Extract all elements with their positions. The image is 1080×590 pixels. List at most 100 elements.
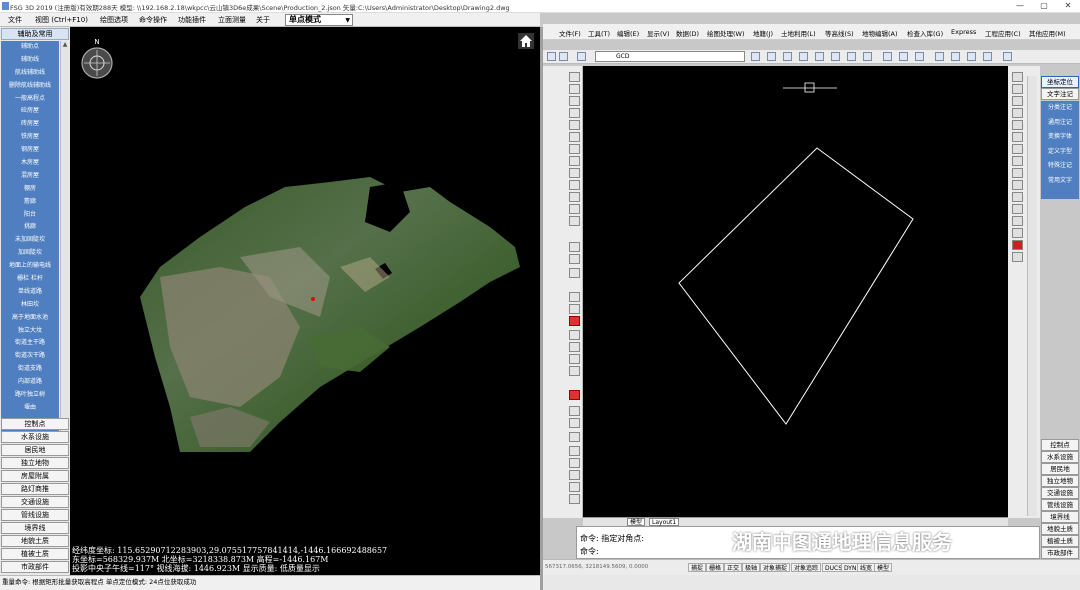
- menu-about[interactable]: 关于: [256, 15, 270, 25]
- measure-tool-icon[interactable]: [569, 304, 580, 314]
- cad-menu-item[interactable]: 工程应用(C): [985, 28, 1021, 38]
- cad-menu-item[interactable]: 地籍(J): [753, 28, 773, 38]
- tool-icon[interactable]: [569, 482, 580, 492]
- rectangle-tool-icon[interactable]: [569, 120, 580, 130]
- polyline-tool-icon[interactable]: [569, 84, 580, 94]
- group-button[interactable]: 居民地: [1041, 463, 1079, 475]
- delete-icon[interactable]: [1012, 240, 1023, 250]
- list-item[interactable]: 一般高程点: [1, 93, 59, 106]
- zoom-window-icon[interactable]: [831, 52, 840, 61]
- group-button[interactable]: 市政部件: [1041, 547, 1079, 559]
- group-button[interactable]: 水系设施: [1, 431, 69, 443]
- list-item[interactable]: 加固陡坎: [1, 247, 59, 260]
- tool-icon[interactable]: [569, 446, 580, 456]
- list-item[interactable]: 棚房: [1, 183, 59, 196]
- group-button[interactable]: 市政部件: [1, 561, 69, 573]
- tool-icon[interactable]: [569, 366, 580, 376]
- tool-icon[interactable]: [569, 458, 580, 468]
- tool-icon[interactable]: [569, 494, 580, 504]
- copy-icon[interactable]: [951, 52, 960, 61]
- tool-icon[interactable]: [569, 418, 580, 428]
- menu-command[interactable]: 命令操作: [139, 15, 167, 25]
- group-button[interactable]: 控制点: [1, 418, 69, 430]
- status-ortho[interactable]: 正交: [724, 563, 743, 572]
- tool-icon[interactable]: [569, 354, 580, 364]
- group-button[interactable]: 控制点: [1041, 439, 1079, 451]
- polygon-tool-icon[interactable]: [569, 108, 580, 118]
- arc-tool-icon[interactable]: [569, 96, 580, 106]
- group-button[interactable]: 独立地物: [1041, 475, 1079, 487]
- array-icon[interactable]: [1012, 120, 1023, 130]
- maximize-button[interactable]: ▢: [1032, 0, 1056, 12]
- locate-coordinate-button[interactable]: 坐标定位: [1041, 76, 1079, 88]
- home-icon[interactable]: [518, 33, 534, 49]
- line-tool-icon[interactable]: [569, 72, 580, 82]
- list-item[interactable]: 林田坎: [1, 299, 59, 312]
- list-item[interactable]: 未加固陡坎: [1, 234, 59, 247]
- list-item[interactable]: 堰由: [1, 402, 59, 415]
- list-item[interactable]: 分类注记: [1041, 101, 1079, 116]
- stretch-icon[interactable]: [1012, 168, 1023, 178]
- menu-view[interactable]: 视图 (Ctrl+F10): [35, 15, 88, 25]
- group-button[interactable]: 交通设施: [1041, 487, 1079, 499]
- group-button[interactable]: 路灯商推: [1, 483, 69, 495]
- group-button[interactable]: 独立地物: [1, 457, 69, 469]
- list-item[interactable]: 砖房屋: [1, 118, 59, 131]
- status-lineweight[interactable]: 线宽: [857, 563, 876, 572]
- cad-menu-item[interactable]: 等高线(S): [825, 28, 854, 38]
- copy-icon[interactable]: [1012, 84, 1023, 94]
- cad-menu-item[interactable]: 地物编辑(A): [862, 28, 898, 38]
- list-item[interactable]: 钢房屋: [1, 144, 59, 157]
- pan-icon[interactable]: [783, 52, 792, 61]
- list-item[interactable]: 簷廊: [1, 196, 59, 209]
- tool-icon[interactable]: [569, 470, 580, 480]
- cad-menu-item[interactable]: 其他应用(M): [1029, 28, 1066, 38]
- list-item[interactable]: 高于地面水池: [1, 312, 59, 325]
- group-button[interactable]: 房屋附属: [1, 470, 69, 482]
- command-prompt[interactable]: 命令:: [580, 546, 599, 557]
- cad-menu-item[interactable]: 土地利用(L): [781, 28, 816, 38]
- mirror-icon[interactable]: [1012, 96, 1023, 106]
- text-annotation-button[interactable]: 文字注记: [1041, 88, 1079, 100]
- category-scrollbar[interactable]: ▲ ▼: [60, 41, 69, 433]
- menu-file[interactable]: 文件: [8, 15, 22, 25]
- group-button[interactable]: 植被土质: [1041, 535, 1079, 547]
- group-button[interactable]: 水系设施: [1041, 451, 1079, 463]
- menu-draw-options[interactable]: 绘图选项: [100, 15, 128, 25]
- cad-menu-item[interactable]: 文件(F): [559, 28, 581, 38]
- hatch-icon[interactable]: [915, 52, 924, 61]
- revcloud-tool-icon[interactable]: [569, 156, 580, 166]
- layer-state-icon[interactable]: [559, 52, 568, 61]
- tool-icon[interactable]: [569, 330, 580, 340]
- rotate-icon[interactable]: [1012, 144, 1023, 154]
- tool-icon[interactable]: [569, 432, 580, 442]
- group-button[interactable]: 植被土质: [1, 548, 69, 560]
- tab-model[interactable]: 模型: [627, 518, 646, 526]
- tool-icon[interactable]: [569, 342, 580, 352]
- group-button[interactable]: 管线设施: [1041, 499, 1079, 511]
- cad-canvas[interactable]: [583, 66, 1008, 518]
- group-button[interactable]: 地貌土质: [1, 535, 69, 547]
- list-item[interactable]: 航线辅助线: [1, 67, 59, 80]
- menu-plugins[interactable]: 功能插件: [178, 15, 206, 25]
- list-item[interactable]: 独立大坟: [1, 325, 59, 338]
- list-item[interactable]: 街道主干路: [1, 337, 59, 350]
- list-item[interactable]: 常用文字: [1041, 174, 1079, 189]
- make-block-icon[interactable]: [569, 216, 580, 226]
- zoom-icon[interactable]: [815, 52, 824, 61]
- list-item[interactable]: 路叶独立树: [1, 389, 59, 402]
- list-item[interactable]: 辅助线: [1, 54, 59, 67]
- undo-icon[interactable]: [883, 52, 892, 61]
- move-icon[interactable]: [935, 52, 944, 61]
- group-button[interactable]: 地貌土质: [1041, 523, 1079, 535]
- status-polar[interactable]: 极轴: [742, 563, 761, 572]
- hatch-tool-icon[interactable]: [569, 254, 580, 264]
- list-item[interactable]: 砼房屋: [1, 105, 59, 118]
- ellipse-arc-tool-icon[interactable]: [569, 192, 580, 202]
- close-button[interactable]: ✕: [1056, 0, 1080, 12]
- group-button[interactable]: 交通设施: [1, 496, 69, 508]
- join-icon[interactable]: [1012, 216, 1023, 226]
- cad-menu-item[interactable]: 绘图处理(W): [707, 28, 745, 38]
- menu-elevation[interactable]: 立面测量: [218, 15, 246, 25]
- cad-menu-item[interactable]: 检查入库(G): [907, 28, 943, 38]
